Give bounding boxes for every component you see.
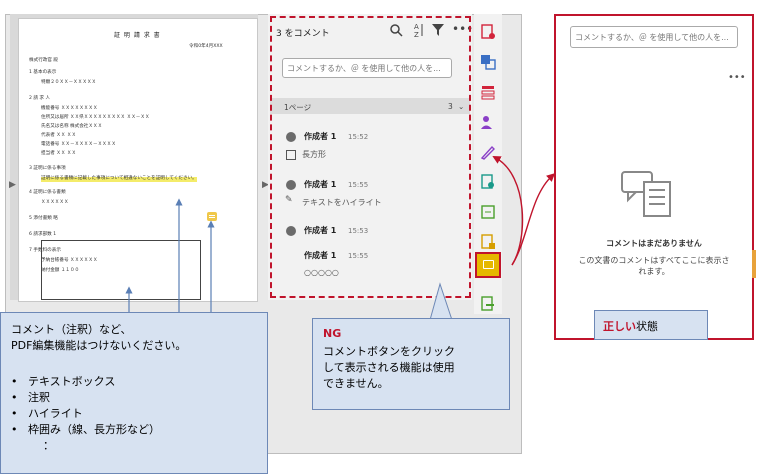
correct-label: 正しい状態 [603,318,658,334]
ng-callout: NG コメントボタンをクリック して表示される機能は使用 できません。 [312,318,510,410]
callout-list-item: • ハイライト [11,405,83,421]
comment-input[interactable]: コメントするか、＠ を使用して他の人を... [570,26,738,48]
callout-line: コメントボタンをクリック [323,343,455,359]
callout-list-item: • 枠囲み（線、長方形など） [11,421,160,437]
more-options-icon[interactable]: ••• [728,72,746,83]
callout-ellipsis: ： [43,437,54,453]
correct-state-panel: コメントするか、＠ を使用して他の人を... ••• コメントはまだありません … [554,14,754,340]
callout-list-item: • テキストボックス [11,373,115,389]
empty-body: この文書のコメントはすべてここに表示されます。 [576,256,732,278]
scroll-indicator [752,250,756,278]
correct-callout: 正しい状態 [594,310,708,340]
callout-line: できません。 [323,375,389,391]
ng-label: NG [323,327,341,340]
callout-line: PDF編集機能はつけないください。 [11,337,186,353]
empty-comments-icon [620,168,674,222]
callout-list-item: • 注釈 [11,389,50,405]
left-callout: コメント（注釈）など、 PDF編集機能はつけないください。 • テキストボックス… [0,312,268,474]
callout-line: して表示される機能は使用 [323,359,455,375]
callout-line: コメント（注釈）など、 [11,321,131,337]
empty-title: コメントはまだありません [556,238,752,249]
